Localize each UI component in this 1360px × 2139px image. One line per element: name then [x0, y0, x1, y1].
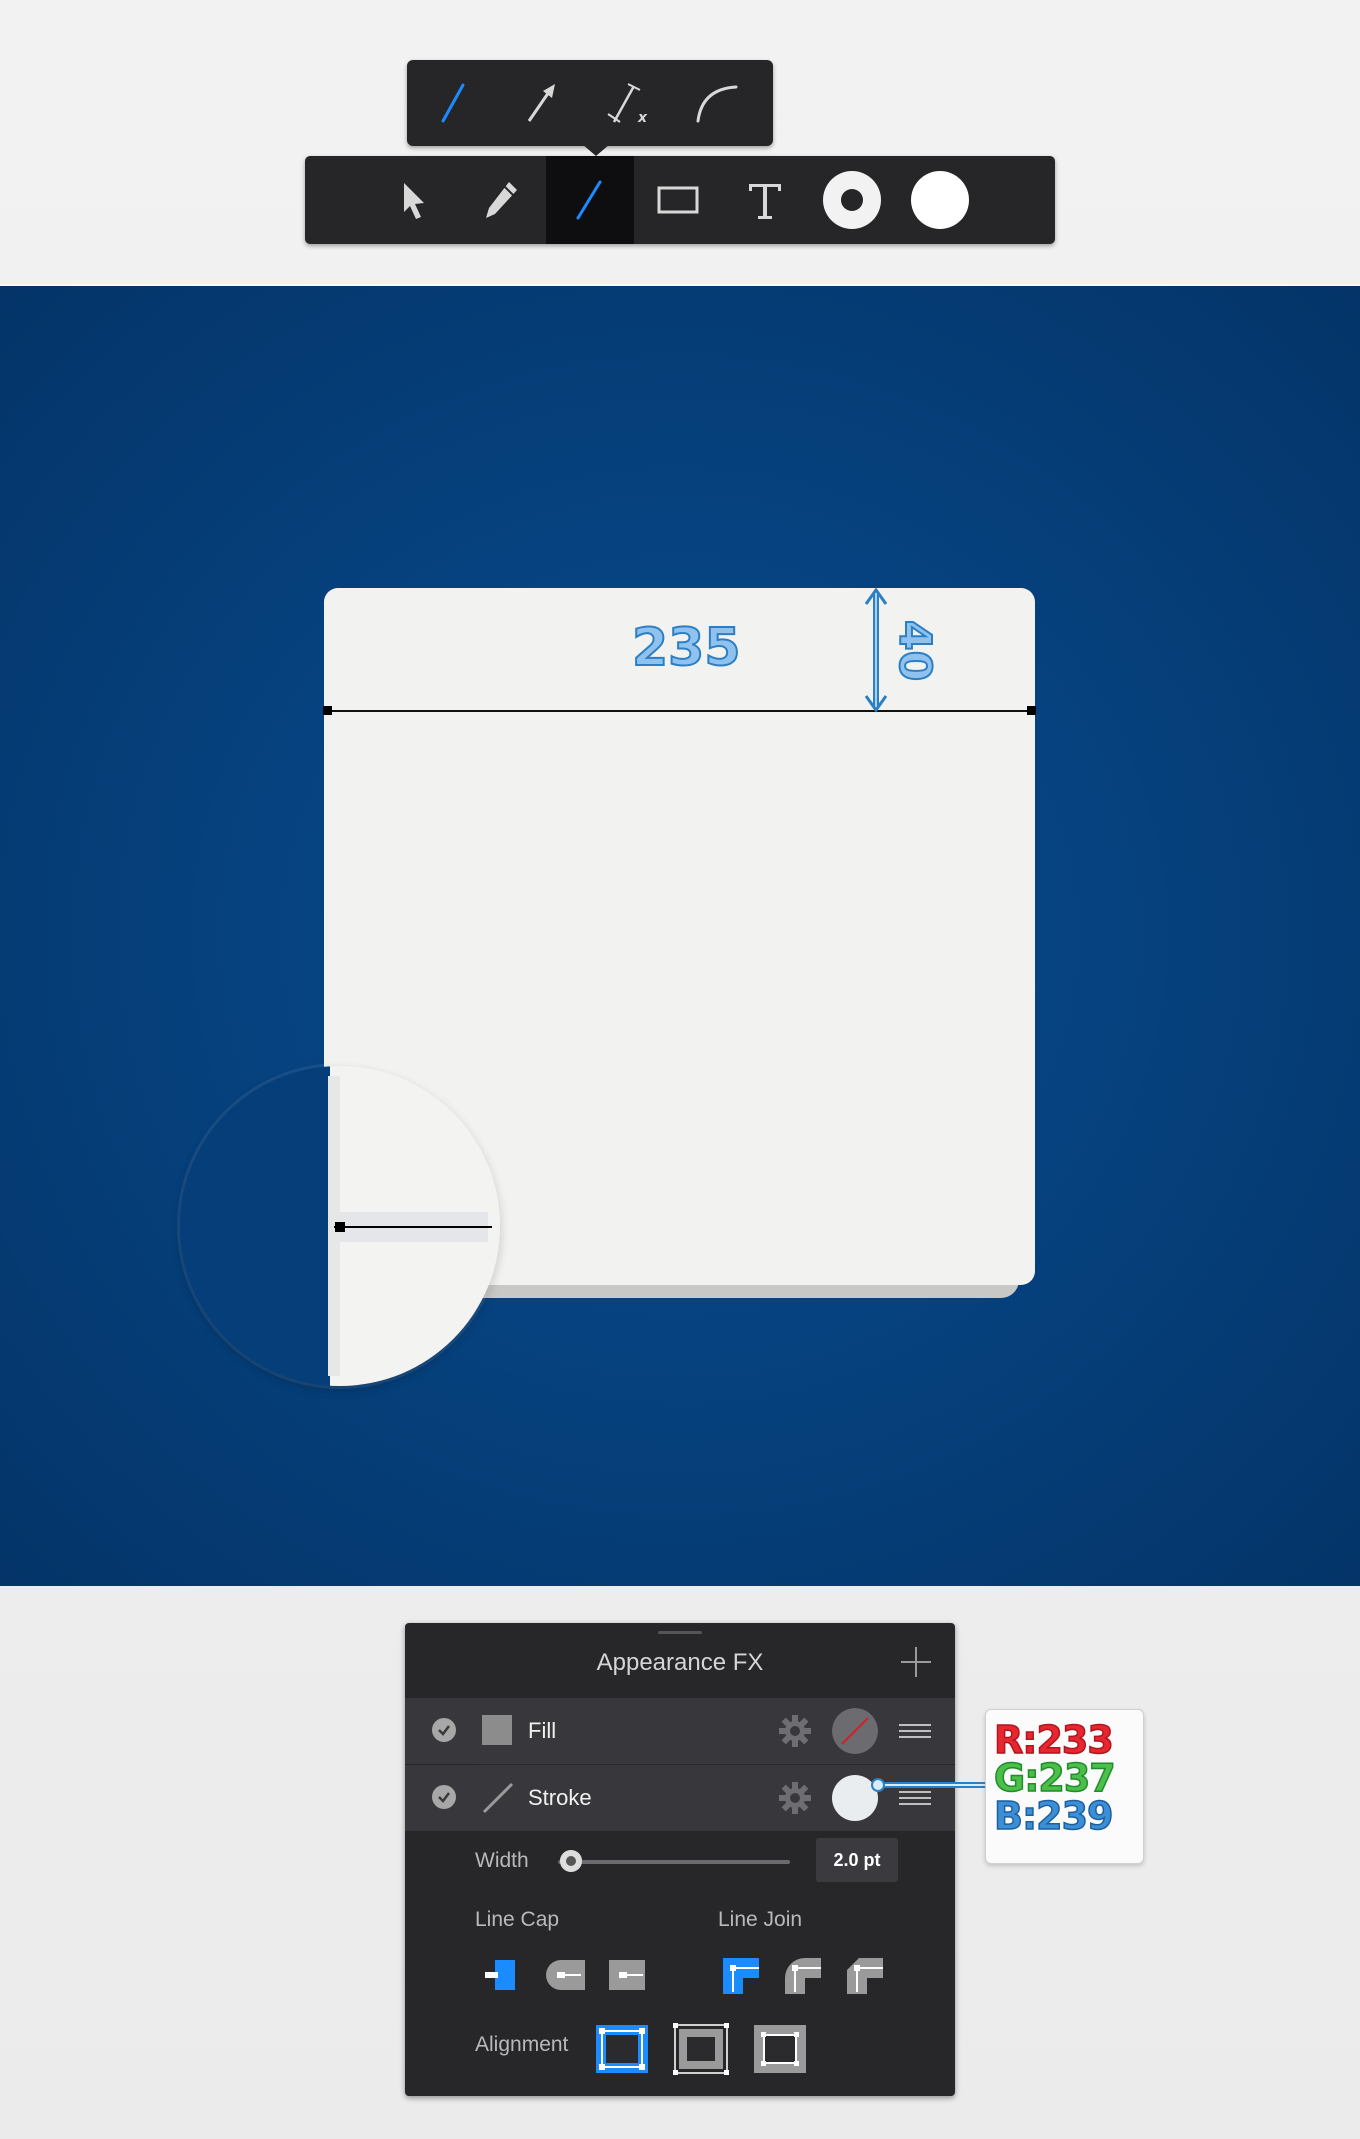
- fill-gear-icon[interactable]: [778, 1714, 812, 1748]
- fill-color-button[interactable]: [896, 156, 984, 244]
- stroke-color-button[interactable]: [808, 156, 896, 244]
- rectangle-icon: [657, 186, 699, 214]
- fill-circle-icon: [911, 171, 969, 229]
- line-subtools-popover: x: [407, 60, 773, 156]
- stroke-ring-icon: [823, 171, 881, 229]
- add-effect-icon[interactable]: [901, 1647, 931, 1677]
- text-tool-button[interactable]: [721, 156, 809, 244]
- dimension-subtool-button[interactable]: x: [589, 64, 669, 142]
- fill-square-icon: [482, 1715, 512, 1745]
- width-label: Width: [475, 1849, 529, 1872]
- height-dimension-label: 40: [888, 619, 941, 682]
- square-cap-icon[interactable]: [601, 1948, 657, 2004]
- bevel-join-icon[interactable]: [839, 1948, 895, 2004]
- align-inside-stroke-icon[interactable]: [673, 2021, 729, 2077]
- rgb-value-callout: R:233 G:237 B:239: [985, 1709, 1144, 1864]
- width-slider-track[interactable]: [558, 1860, 790, 1864]
- stroke-enabled-check-icon[interactable]: [432, 1785, 456, 1809]
- text-t-icon: [749, 184, 781, 219]
- fill-enabled-check-icon[interactable]: [432, 1718, 456, 1742]
- align-center-stroke-icon[interactable]: [594, 2021, 650, 2077]
- green-value: G:237: [993, 1756, 1116, 1800]
- panel-title: Appearance FX: [596, 1649, 764, 1676]
- fill-row[interactable]: Fill: [405, 1698, 955, 1764]
- dimension-icon: x: [607, 83, 648, 126]
- width-slider-knob[interactable]: [560, 1850, 582, 1872]
- drawn-line[interactable]: [327, 710, 1032, 712]
- callout-connector: [871, 1778, 986, 1792]
- align-outside-stroke-icon[interactable]: [752, 2021, 808, 2077]
- pointer-arrow-icon: [404, 183, 424, 219]
- line-icon: [441, 83, 465, 123]
- alignment-label: Alignment: [475, 2033, 569, 2056]
- fill-menu-icon[interactable]: [899, 1724, 931, 1738]
- arc-subtool-button[interactable]: [677, 64, 757, 142]
- stroke-label: Stroke: [528, 1785, 592, 1810]
- blue-value: B:239: [993, 1794, 1114, 1838]
- fill-label: Fill: [528, 1718, 557, 1743]
- svg-text:x: x: [637, 110, 648, 126]
- height-dimension-arrow: [864, 587, 888, 713]
- main-toolbar: [305, 156, 1055, 244]
- line-join-label: Line Join: [718, 1908, 803, 1931]
- line-icon: [576, 180, 602, 220]
- miter-join-icon[interactable]: [715, 1948, 771, 2004]
- width-value-field[interactable]: 2.0 pt: [816, 1838, 898, 1882]
- line-end-handle[interactable]: [1027, 706, 1036, 715]
- pencil-icon: [486, 182, 517, 218]
- line-subtool-button[interactable]: [413, 64, 493, 142]
- fill-none-swatch[interactable]: [832, 1708, 878, 1754]
- round-cap-icon[interactable]: [541, 1948, 597, 2004]
- pencil-tool-button[interactable]: [457, 156, 545, 244]
- stroke-line-icon: [482, 1782, 514, 1814]
- round-join-icon[interactable]: [777, 1948, 833, 2004]
- butt-cap-icon[interactable]: [481, 1948, 537, 2004]
- line-cap-label: Line Cap: [475, 1908, 560, 1931]
- selection-tool-button[interactable]: [370, 156, 458, 244]
- panel-drag-handle[interactable]: [658, 1631, 702, 1634]
- zoom-magnifier: [180, 1066, 500, 1386]
- line-tool-button[interactable]: [546, 156, 634, 244]
- stroke-gear-icon[interactable]: [778, 1781, 812, 1815]
- appearance-fx-panel: Appearance FX Fill Stroke Width 2.0 pt L…: [405, 1623, 955, 2096]
- width-dimension-label: 235: [631, 617, 742, 679]
- arrow-icon: [527, 84, 555, 122]
- rectangle-tool-button[interactable]: [634, 156, 722, 244]
- arrow-subtool-button[interactable]: [501, 64, 581, 142]
- arc-icon: [696, 85, 738, 123]
- line-start-handle[interactable]: [323, 706, 332, 715]
- red-value: R:233: [993, 1718, 1114, 1762]
- artboard-canvas[interactable]: 235 40: [0, 284, 1360, 1586]
